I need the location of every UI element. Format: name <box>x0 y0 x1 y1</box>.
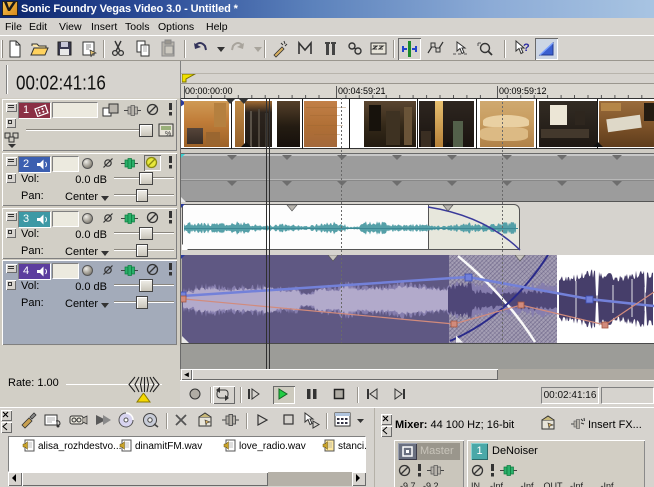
svg-text:?: ? <box>523 42 530 54</box>
svg-text:%: % <box>165 131 171 138</box>
